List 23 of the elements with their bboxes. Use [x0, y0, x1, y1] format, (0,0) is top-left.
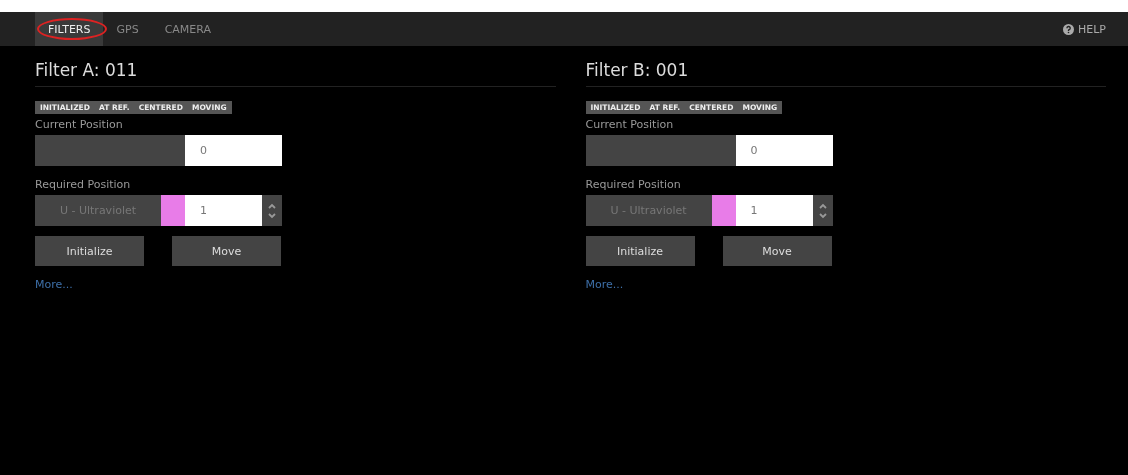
more-link[interactable]: More...	[35, 278, 73, 291]
spinner-buttons[interactable]	[812, 195, 833, 226]
required-position-field[interactable]: 1	[185, 195, 262, 226]
nav-tab[interactable]: CAMERA	[151, 12, 224, 46]
field-label: Current Position	[585, 118, 674, 133]
field-label: Current Position	[35, 118, 123, 133]
more-link[interactable]: More...	[585, 278, 624, 291]
help-icon	[1063, 23, 1074, 35]
help-button[interactable]: HELP	[1063, 22, 1106, 36]
filter-title: Filter B: 001	[585, 60, 1106, 87]
annotation-ellipse	[37, 18, 107, 40]
required-position-field[interactable]: 1	[735, 195, 813, 226]
action-button[interactable]: Initialize	[35, 236, 144, 266]
nav-tab[interactable]: GPS	[103, 12, 152, 46]
field-label: Required Position	[585, 178, 681, 193]
action-button[interactable]: Initialize	[585, 236, 695, 266]
field-label: Required Position	[35, 178, 131, 193]
action-button[interactable]: Move	[722, 236, 832, 266]
current-position-field[interactable]: 0	[735, 135, 833, 166]
nav-tab[interactable]: FILTERS	[35, 12, 104, 46]
filter-title: Filter A: 011	[35, 60, 556, 87]
current-position-field[interactable]: 0	[185, 135, 282, 166]
action-button[interactable]: Move	[172, 236, 281, 266]
